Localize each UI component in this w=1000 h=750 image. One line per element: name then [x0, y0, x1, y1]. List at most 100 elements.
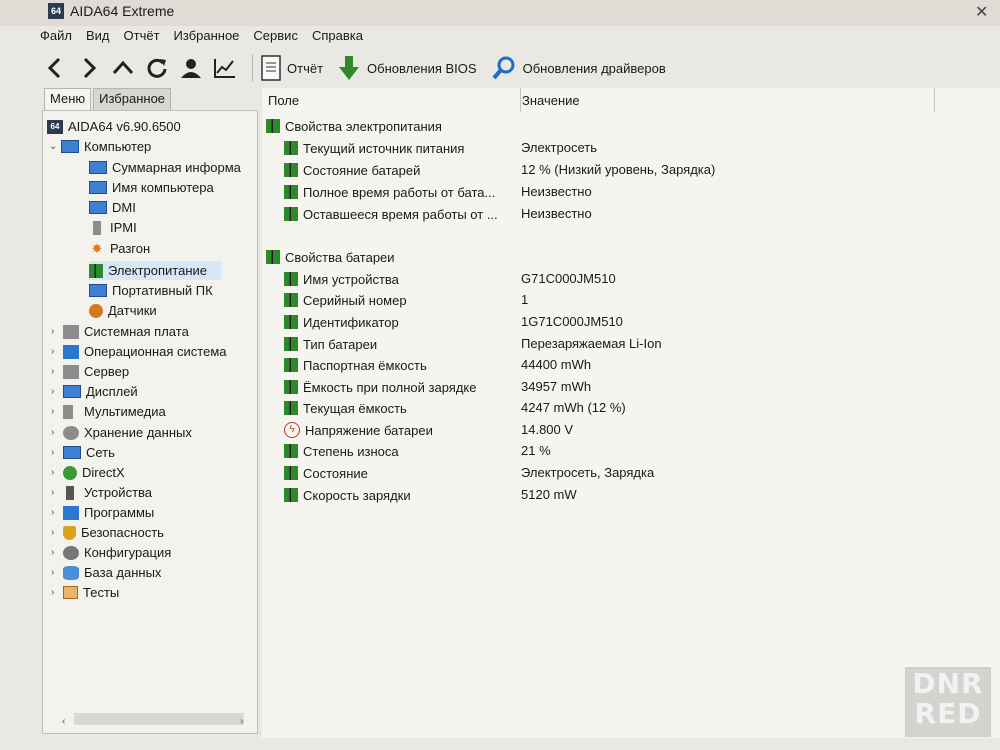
chevron-right-icon[interactable]: ›	[51, 547, 63, 558]
tree-item-storage[interactable]: › Хранение данных	[51, 423, 192, 442]
tree-item-programs[interactable]: › Программы	[51, 503, 154, 522]
tree-item-summary[interactable]: Суммарная информа	[89, 158, 241, 177]
tree-item-motherboard[interactable]: › Системная плата	[51, 322, 189, 341]
bios-updates-button[interactable]: Обновления BIOS	[337, 55, 477, 81]
tab-favorites[interactable]: Избранное	[93, 88, 172, 110]
chevron-right-icon[interactable]: ›	[51, 326, 63, 337]
table-row[interactable]: Текущая ёмкость	[284, 398, 407, 418]
tree-item-label: Имя компьютера	[112, 180, 214, 195]
chevron-right-icon[interactable]: ›	[51, 386, 63, 397]
table-row[interactable]: Паспортная ёмкость	[284, 355, 427, 375]
table-row[interactable]: Степень износа	[284, 441, 399, 461]
user-button[interactable]	[176, 53, 206, 83]
tree-item-database[interactable]: › База данных	[51, 563, 161, 582]
field-label: Паспортная ёмкость	[303, 357, 427, 373]
table-row[interactable]: Текущий источник питания	[284, 138, 464, 158]
back-button[interactable]	[40, 53, 70, 83]
tree-item-os[interactable]: › Операционная система	[51, 342, 227, 361]
refresh-icon	[147, 58, 167, 78]
tree-item-label: Хранение данных	[84, 425, 192, 440]
tree-item-security[interactable]: › Безопасность	[51, 523, 164, 542]
table-row[interactable]: Ёмкость при полной зарядке	[284, 377, 476, 397]
flame-icon: ✸	[91, 240, 103, 256]
watermark-logo: DNR RED	[905, 667, 991, 737]
field-value: 4247 mWh (12 %)	[521, 400, 626, 415]
tree-item-devices[interactable]: › Устройства	[51, 483, 152, 502]
table-row[interactable]: Скорость зарядки	[284, 485, 411, 505]
chevron-right-icon[interactable]: ›	[51, 507, 63, 518]
tree-item-display[interactable]: › Дисплей	[51, 382, 138, 401]
field-label: Состояние	[303, 465, 368, 481]
table-row[interactable]: Имя устройства	[284, 269, 399, 289]
table-row[interactable]: Серийный номер	[284, 290, 407, 310]
battery-plug-icon	[284, 337, 298, 351]
chevron-right-icon[interactable]: ›	[51, 467, 63, 478]
column-header-field[interactable]: Поле	[262, 88, 521, 112]
battery-plug-icon	[284, 185, 298, 199]
section-header-power: Свойства электропитания	[266, 116, 442, 136]
driver-updates-button[interactable]: Обновления драйверов	[491, 55, 666, 81]
table-row[interactable]: Состояние	[284, 463, 368, 483]
up-button[interactable]	[108, 53, 138, 83]
battery-plug-icon	[284, 293, 298, 307]
close-icon[interactable]: ✕	[975, 2, 988, 22]
tree-item-server[interactable]: › Сервер	[51, 362, 129, 381]
tree-root[interactable]: 64 AIDA64 v6.90.6500	[47, 117, 181, 136]
chevron-right-icon[interactable]: ›	[51, 346, 63, 357]
chevron-right-icon[interactable]: ›	[51, 567, 63, 578]
chevron-right-icon[interactable]: ›	[51, 587, 63, 598]
report-button[interactable]: Отчёт	[261, 55, 323, 81]
tree-item-portable-pc[interactable]: Портативный ПК	[89, 281, 213, 300]
tree-item-computer[interactable]: ⌄ Компьютер	[49, 137, 151, 156]
scroll-left-icon[interactable]: ‹	[62, 716, 65, 727]
tree-item-sensors[interactable]: Датчики	[89, 301, 157, 320]
tree-item-power[interactable]: Электропитание	[89, 261, 221, 280]
tree-item-label: Операционная система	[84, 344, 227, 359]
tree-item-tests[interactable]: › Тесты	[51, 583, 119, 602]
tree-item-directx[interactable]: › DirectX	[51, 463, 125, 482]
tree-item-ipmi[interactable]: IPMI	[89, 218, 137, 237]
tree-item-network[interactable]: › Сеть	[51, 443, 115, 462]
tree-item-overclock[interactable]: ✸ Разгон	[89, 239, 151, 258]
tree-item-dmi[interactable]: DMI	[89, 198, 136, 217]
menu-favorites[interactable]: Избранное	[174, 28, 240, 48]
field-label: Степень износа	[303, 443, 399, 459]
tree-item-label: Датчики	[108, 303, 157, 318]
tree-item-multimedia[interactable]: › Мультимедиа	[51, 402, 166, 421]
table-row[interactable]: Оставшееся время работы от ...	[284, 204, 498, 224]
horizontal-scrollbar[interactable]	[74, 713, 244, 725]
chevron-right-icon[interactable]: ›	[51, 447, 63, 458]
menu-report[interactable]: Отчёт	[124, 28, 160, 48]
document-icon	[261, 55, 281, 81]
chevron-right-icon[interactable]: ›	[51, 487, 63, 498]
column-header-value[interactable]: Значение	[520, 88, 935, 112]
voltage-icon: ϟ	[284, 422, 300, 438]
report-label: Отчёт	[287, 60, 324, 76]
table-row[interactable]: ϟ Напряжение батареи	[284, 420, 433, 440]
chevron-right-icon[interactable]: ›	[51, 406, 63, 417]
magnifier-icon	[492, 56, 515, 80]
table-row[interactable]: Полное время работы от бата...	[284, 182, 495, 202]
chevron-right-icon[interactable]: ›	[51, 427, 63, 438]
table-row[interactable]: Тип батареи	[284, 334, 377, 354]
chevron-right-icon[interactable]: ›	[51, 527, 63, 538]
table-row[interactable]: Идентификатор	[284, 312, 399, 332]
chevron-down-icon[interactable]: ⌄	[49, 141, 61, 152]
menu-file[interactable]: Файл	[40, 28, 72, 48]
menu-service[interactable]: Сервис	[253, 28, 298, 48]
field-label: Ёмкость при полной зарядке	[303, 379, 477, 395]
refresh-button[interactable]	[142, 53, 172, 83]
chevron-right-icon[interactable]: ›	[51, 366, 63, 377]
benchmark-button[interactable]	[210, 53, 240, 83]
scroll-right-icon[interactable]: ›	[240, 716, 243, 727]
battery-plug-icon	[284, 466, 298, 480]
tree-item-label: Мультимедиа	[84, 404, 166, 419]
menu-view[interactable]: Вид	[86, 28, 110, 48]
menu-help[interactable]: Справка	[312, 28, 363, 48]
tab-menu[interactable]: Меню	[44, 88, 92, 110]
battery-plug-icon	[89, 263, 103, 278]
table-row[interactable]: Состояние батарей	[284, 160, 420, 180]
tree-item-computer-name[interactable]: Имя компьютера	[89, 178, 214, 197]
tree-item-configuration[interactable]: › Конфигурация	[51, 543, 171, 562]
forward-button[interactable]	[74, 53, 104, 83]
